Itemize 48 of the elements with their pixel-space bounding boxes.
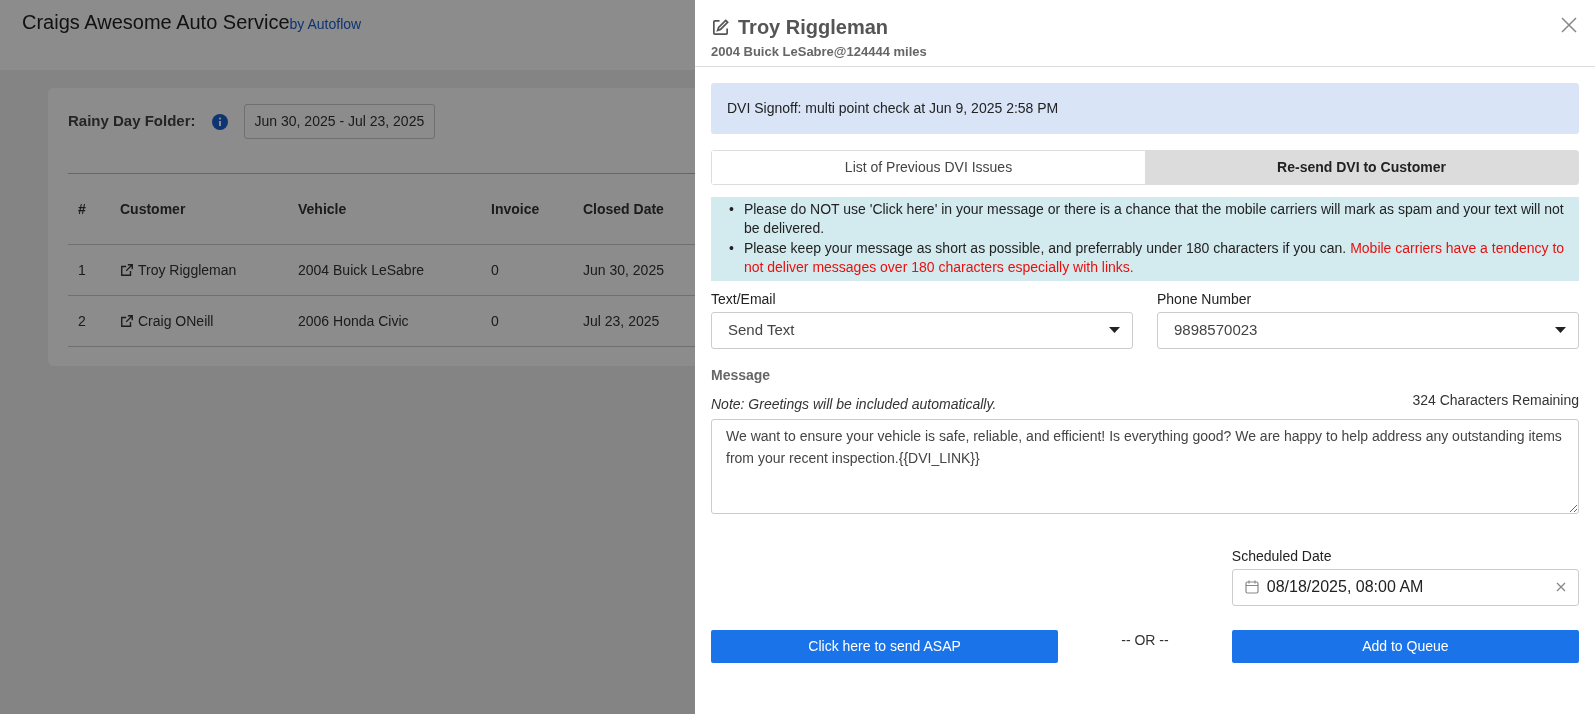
external-link-icon xyxy=(120,263,134,277)
close-button[interactable] xyxy=(1561,14,1577,35)
tab[interactable]: Re-send DVI to Customer xyxy=(1145,150,1578,184)
column-header: Closed Date xyxy=(582,199,665,219)
calendar-icon xyxy=(1244,580,1259,595)
note-text: Please keep your message as short as possible, and preferrably under 180 characters if you can. Mobile carriers have a tendency to not deliver messages over 180 characters especially with links. xyxy=(743,238,1566,278)
vehicle-subtitle: 2004 Buick LeSabre@124444 miles xyxy=(711,43,928,61)
note-text: Please do NOT use 'Click here' in your message or there is a chance that the mobile carriers will mark as spam and your text will not be delivered. xyxy=(743,199,1565,239)
caret-icon xyxy=(1109,327,1120,334)
column-header: Invoice xyxy=(490,199,541,219)
table-cell-text: 2006 Honda Civic xyxy=(297,311,410,331)
bullet-mark: • xyxy=(729,199,734,219)
external-link-icon xyxy=(120,314,134,328)
table-cell-text: 1 xyxy=(77,260,87,280)
message-field[interactable]: We want to ensure your vehicle is safe, reliable, and efficient! Is everything good? We are happy to help address any outstanding items from your recent inspection.{{DVI_LINK}} xyxy=(711,418,1579,514)
app-title: Craigs Awesome Auto Service xyxy=(22,10,290,34)
clear-icon[interactable] xyxy=(1556,582,1566,593)
table-cell-text: Jun 30, 2025 xyxy=(582,260,665,280)
add-to-queue-button[interactable]: Add to Queue xyxy=(1231,629,1579,663)
customer-name: Troy Riggleman xyxy=(738,15,889,40)
field-label: Phone Number xyxy=(1157,289,1253,309)
field-label: Scheduled Date xyxy=(1231,546,1333,566)
edit-icon[interactable] xyxy=(711,17,730,37)
customer-link[interactable]: Troy Riggleman xyxy=(120,259,237,281)
column-header: # xyxy=(77,199,87,219)
brand-link[interactable]: by Autoflow xyxy=(289,14,362,35)
info-icon[interactable] xyxy=(211,113,228,130)
date-range-field[interactable]: Jun 30, 2025 - Jul 23, 2025 xyxy=(243,104,436,139)
table-cell-text: 2 xyxy=(77,311,87,331)
send-asap-button[interactable]: Click here to send ASAP xyxy=(711,629,1059,663)
column-header: Customer xyxy=(119,199,187,219)
scheduled-date-field[interactable]: 08/18/2025, 08:00 AM xyxy=(1231,568,1579,606)
bullet-mark: • xyxy=(729,238,734,258)
or-divider-text: -- OR -- xyxy=(1121,631,1169,648)
phone-select[interactable]: 9898570023 xyxy=(1157,311,1579,349)
table-cell-text: 0 xyxy=(490,260,500,280)
signoff-alert: DVI Signoff: multi point check at Jun 9, 2025 2:58 PM xyxy=(711,82,1579,134)
folder-label: Rainy Day Folder: xyxy=(68,111,196,132)
text-email-select[interactable]: Send Text xyxy=(711,311,1133,349)
caret-icon xyxy=(1555,327,1566,334)
column-header: Vehicle xyxy=(297,199,348,219)
greeting-note: Note: Greetings will be included automatically. xyxy=(711,394,997,414)
message-label: Message xyxy=(711,365,772,385)
table-cell-text: 0 xyxy=(490,311,500,331)
field-label: Text/Email xyxy=(711,289,777,309)
table-cell-text: 2004 Buick LeSabre xyxy=(297,260,426,280)
customer-link[interactable]: Craig ONeill xyxy=(120,310,214,332)
characters-remaining: 324 Characters Remaining xyxy=(1412,390,1579,410)
